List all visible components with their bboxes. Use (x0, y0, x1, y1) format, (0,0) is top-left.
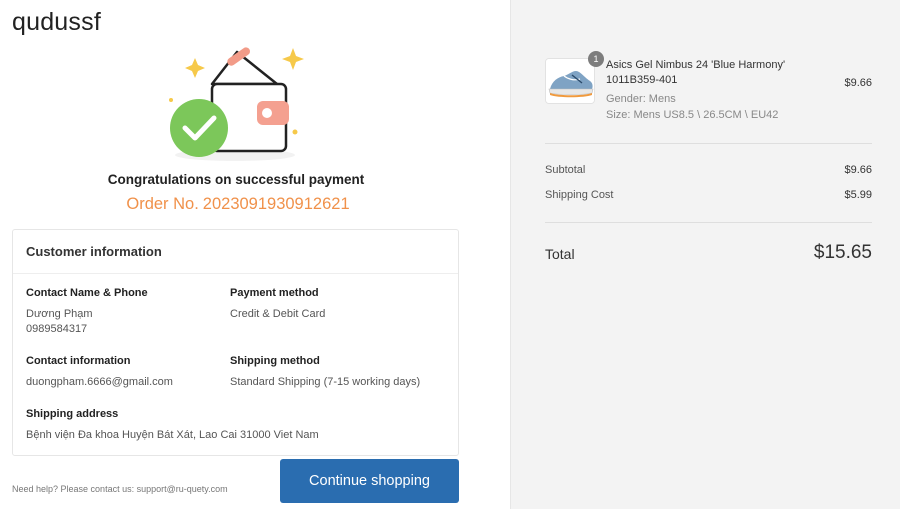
shipping-address-value: Bệnh viện Đa khoa Huyện Bát Xát, Lao Cai… (26, 429, 319, 441)
contact-name-phone-label: Contact Name & Phone (26, 287, 148, 299)
contact-name-value: Dương Phạm (26, 308, 93, 320)
order-number-value: 2023091930912621 (202, 195, 350, 213)
shipping-address-label: Shipping address (26, 408, 119, 420)
help-contact-text: Need help? Please contact us: support@ru… (12, 484, 228, 494)
payment-success-illustration-icon (169, 47, 304, 161)
contact-name-phone-field: Contact Name & Phone Dương Phạm 09895843… (26, 286, 148, 337)
shipping-cost-value: $5.99 (844, 189, 872, 201)
subtotal-label: Subtotal (545, 164, 586, 176)
total-value: $15.65 (813, 242, 872, 263)
payment-method-field: Payment method Credit & Debit Card (230, 286, 325, 322)
payment-method-value: Credit & Debit Card (230, 308, 326, 320)
shipping-address-field: Shipping address Bệnh viện Đa khoa Huyện… (26, 407, 319, 443)
order-number: Order No. 2023091930912621 (0, 195, 472, 214)
payment-method-label: Payment method (230, 287, 319, 299)
total-label: Total (545, 246, 575, 262)
shipping-method-label: Shipping method (230, 355, 320, 367)
product-size: Size: Mens US8.5 \ 26.5CM \ EU42 (606, 109, 779, 121)
product-name: Asics Gel Nimbus 24 'Blue Harmony' 1011B… (606, 59, 786, 86)
contact-phone-value: 0989584317 (26, 323, 88, 335)
store-logo-text[interactable]: qudussf (12, 8, 101, 37)
shipping-method-field: Shipping method Standard Shipping (7-15 … (230, 354, 420, 390)
success-title: Congratulations on successful payment (107, 172, 365, 187)
product-gender: Gender: Mens (606, 93, 676, 105)
contact-email-value: duongpham.6666@gmail.com (26, 376, 173, 388)
order-number-label: Order No. (126, 195, 199, 213)
product-price: $9.66 (844, 77, 872, 89)
order-confirmation-panel: qudussf Congratulations on successful pa… (0, 0, 510, 509)
contact-information-field: Contact information duongpham.6666@gmail… (26, 354, 173, 390)
contact-information-label: Contact information (26, 355, 131, 367)
item-quantity-badge: 1 (588, 51, 604, 67)
customer-information-heading: Customer information (13, 230, 458, 274)
customer-information-card: Customer information Contact Name & Phon… (12, 229, 459, 456)
subtotal-value: $9.66 (844, 164, 872, 176)
shipping-cost-label: Shipping Cost (545, 189, 614, 201)
summary-divider (545, 143, 872, 144)
product-thumbnail (545, 58, 595, 104)
continue-shopping-button[interactable]: Continue shopping (280, 459, 459, 503)
summary-divider (545, 222, 872, 223)
sneaker-icon (546, 59, 594, 103)
shipping-method-value: Standard Shipping (7-15 working days) (230, 376, 421, 388)
